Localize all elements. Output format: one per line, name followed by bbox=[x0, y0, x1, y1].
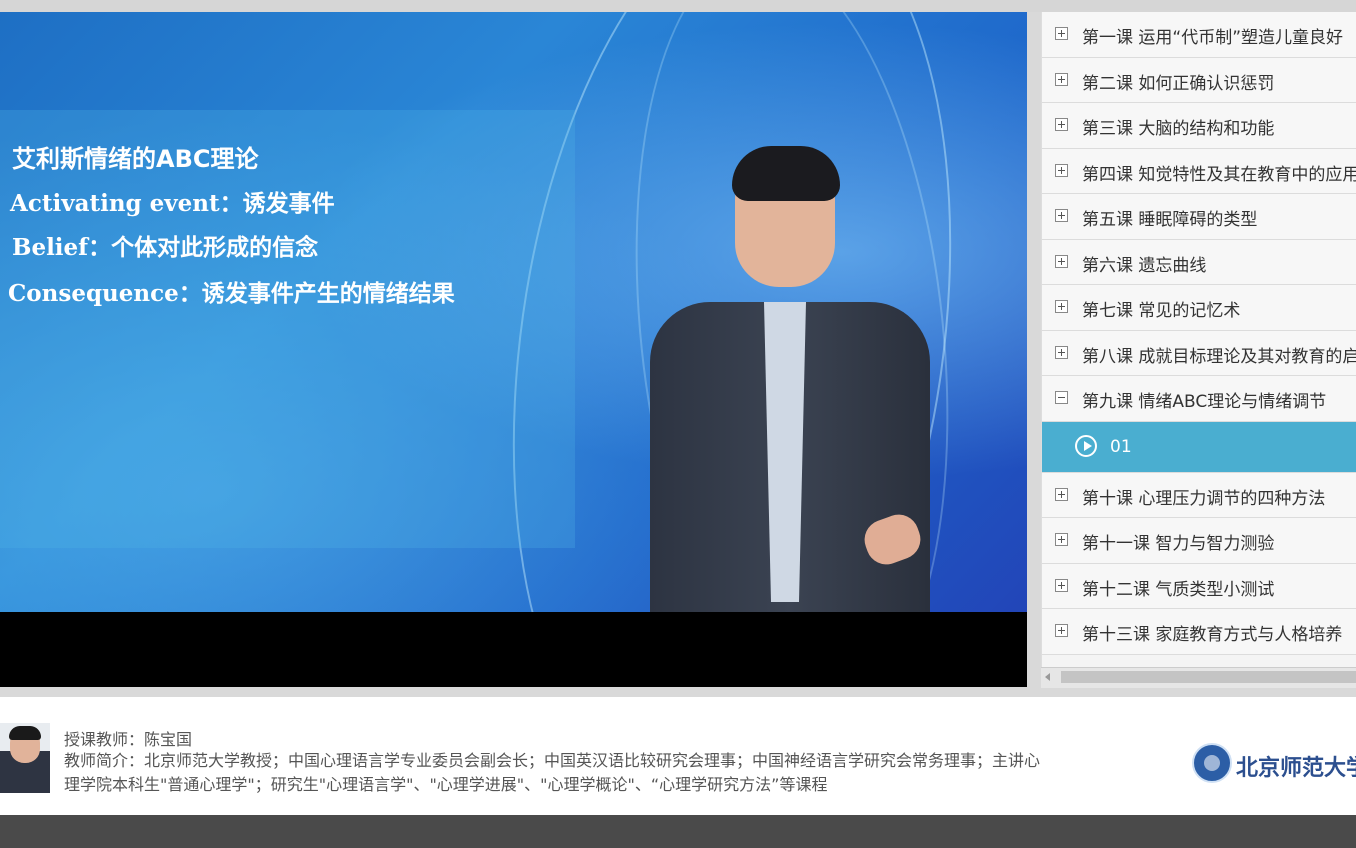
course-item-label: 第十三课 家庭教育方式与人格培养 bbox=[1082, 625, 1343, 645]
course-item[interactable]: 第七课 常见的记忆术 bbox=[1042, 285, 1356, 331]
course-item-label: 第十二课 气质类型小测试 bbox=[1082, 579, 1275, 600]
course-item[interactable]: 第八课 成就目标理论及其对教育的启 bbox=[1042, 330, 1356, 376]
teacher-intro: 教师简介：北京师范大学教授；中国心理语言学专业委员会副会长；中国英汉语比较研究会… bbox=[64, 751, 1041, 794]
video-player[interactable]: 艾利斯情绪的ABC理论 Activating event：诱发事件 Belief… bbox=[0, 12, 1027, 687]
course-item[interactable]: 第二课 如何正确认识惩罚 bbox=[1042, 57, 1356, 103]
video-frame: 艾利斯情绪的ABC理论 Activating event：诱发事件 Belief… bbox=[0, 12, 1027, 687]
collapse-minus-icon[interactable] bbox=[1055, 391, 1068, 404]
slide-panel bbox=[0, 110, 575, 548]
course-item[interactable]: 第十二课 气质类型小测试 bbox=[1042, 563, 1356, 609]
university-logo: 北京师范大学网 bbox=[1190, 741, 1356, 787]
expand-plus-icon[interactable] bbox=[1055, 72, 1068, 86]
lesson-item-active[interactable]: 01 bbox=[1042, 421, 1356, 473]
slide-line-activating: Activating event：诱发事件 bbox=[10, 190, 335, 217]
expand-plus-icon[interactable] bbox=[1055, 254, 1068, 268]
course-item[interactable]: 第三课 大脑的结构和功能 bbox=[1042, 103, 1356, 149]
expand-plus-icon[interactable] bbox=[1055, 345, 1068, 359]
course-item[interactable]: 第十一课 智力与智力测验 bbox=[1042, 518, 1356, 564]
play-circle-icon bbox=[1075, 434, 1097, 457]
course-item-label: 第四课 知觉特性及其在教育中的应用 bbox=[1082, 164, 1356, 185]
course-item-label: 第十课 心理压力调节的四种方法 bbox=[1082, 488, 1326, 509]
course-item[interactable]: 第一课 运用“代币制”塑造儿童良好 bbox=[1042, 12, 1356, 58]
expand-plus-icon[interactable] bbox=[1055, 118, 1068, 131]
expand-plus-icon[interactable] bbox=[1055, 578, 1068, 592]
course-item-expanded[interactable]: 第九课 情绪ABC理论与情绪调节 bbox=[1042, 376, 1356, 422]
presenter bbox=[640, 146, 940, 612]
course-item-label: 第三课 大脑的结构和功能 bbox=[1082, 119, 1275, 139]
university-seal-icon bbox=[1192, 743, 1232, 783]
course-item[interactable]: 第六课 遗忘曲线 bbox=[1042, 239, 1356, 285]
slide-title: 艾利斯情绪的ABC理论 bbox=[12, 145, 259, 173]
expand-plus-icon[interactable] bbox=[1055, 209, 1068, 222]
teacher-name: 授课教师：陈宝国 bbox=[64, 730, 193, 749]
university-logo-text: 北京师范大学网 bbox=[1236, 755, 1356, 781]
expand-plus-icon[interactable] bbox=[1055, 163, 1068, 177]
course-item-label: 第一课 运用“代币制”塑造儿童良好 bbox=[1082, 28, 1344, 48]
expand-plus-icon[interactable] bbox=[1055, 624, 1068, 637]
course-item-label: 第二课 如何正确认识惩罚 bbox=[1082, 73, 1275, 94]
teacher-panel: 授课教师：陈宝国 教师简介：北京师范大学教授；中国心理语言学专业委员会副会长；中… bbox=[0, 697, 1356, 815]
course-item-label: 第七课 常见的记忆术 bbox=[1082, 301, 1241, 321]
course-item[interactable]: 第十课 心理压力调节的四种方法 bbox=[1042, 472, 1356, 518]
horizontal-scrollbar[interactable] bbox=[1041, 667, 1356, 688]
bottom-bar bbox=[0, 815, 1356, 848]
top-strip bbox=[0, 0, 1356, 12]
course-item[interactable]: 第五课 睡眠障碍的类型 bbox=[1042, 194, 1356, 240]
scrollbar-thumb[interactable] bbox=[1061, 671, 1356, 683]
course-item[interactable]: 第十三课 家庭教育方式与人格培养 bbox=[1042, 609, 1356, 655]
expand-plus-icon[interactable] bbox=[1055, 533, 1068, 546]
slide-line-belief: Belief：个体对此形成的信念 bbox=[12, 234, 319, 261]
player-letterbox bbox=[0, 612, 1027, 687]
course-item[interactable]: 第四课 知觉特性及其在教育中的应用 bbox=[1042, 148, 1356, 194]
scroll-left-arrow-icon[interactable] bbox=[1045, 673, 1050, 681]
expand-plus-icon[interactable] bbox=[1055, 27, 1068, 40]
expand-plus-icon[interactable] bbox=[1055, 487, 1068, 501]
course-item-label: 第五课 睡眠障碍的类型 bbox=[1082, 210, 1258, 230]
course-item-label: 第六课 遗忘曲线 bbox=[1082, 255, 1207, 276]
course-item-label: 第十一课 智力与智力测验 bbox=[1082, 534, 1275, 554]
slide-line-consequence: Consequence：诱发事件产生的情绪结果 bbox=[8, 280, 455, 307]
course-item-label: 第九课 情绪ABC理论与情绪调节 bbox=[1082, 392, 1327, 412]
lesson-item-label: 01 bbox=[1110, 436, 1132, 457]
course-item-label: 第八课 成就目标理论及其对教育的启 bbox=[1082, 346, 1356, 367]
teacher-avatar bbox=[0, 723, 50, 793]
course-list: 第一课 运用“代币制”塑造儿童良好 第二课 如何正确认识惩罚 第三课 大脑的结构… bbox=[1041, 12, 1356, 687]
expand-plus-icon[interactable] bbox=[1055, 300, 1068, 313]
